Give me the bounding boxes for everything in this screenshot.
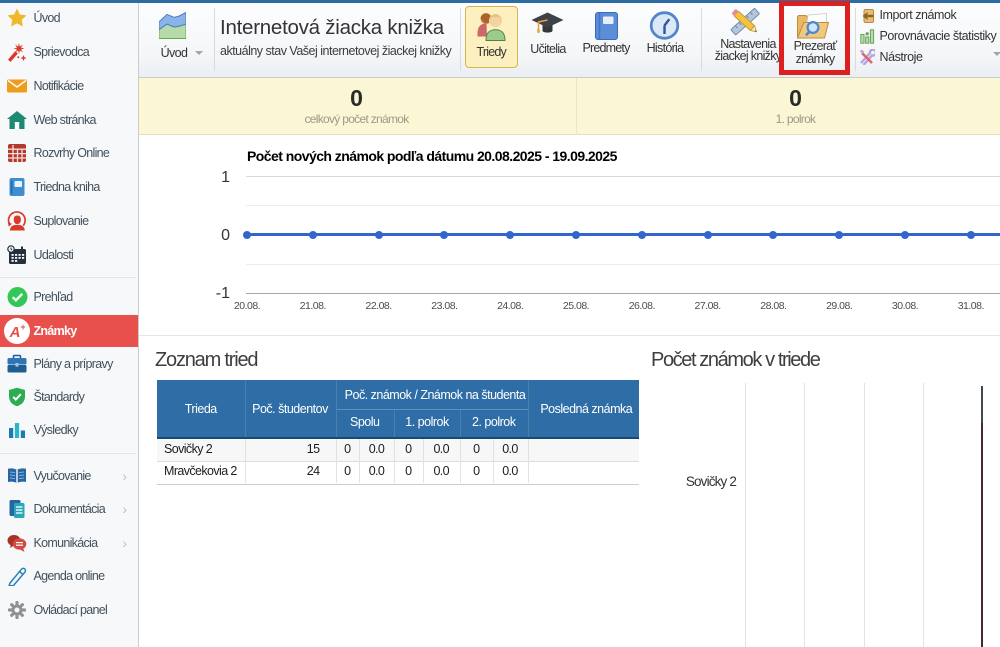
svg-text:+: + [20, 322, 25, 332]
svg-text:A: A [9, 324, 21, 341]
